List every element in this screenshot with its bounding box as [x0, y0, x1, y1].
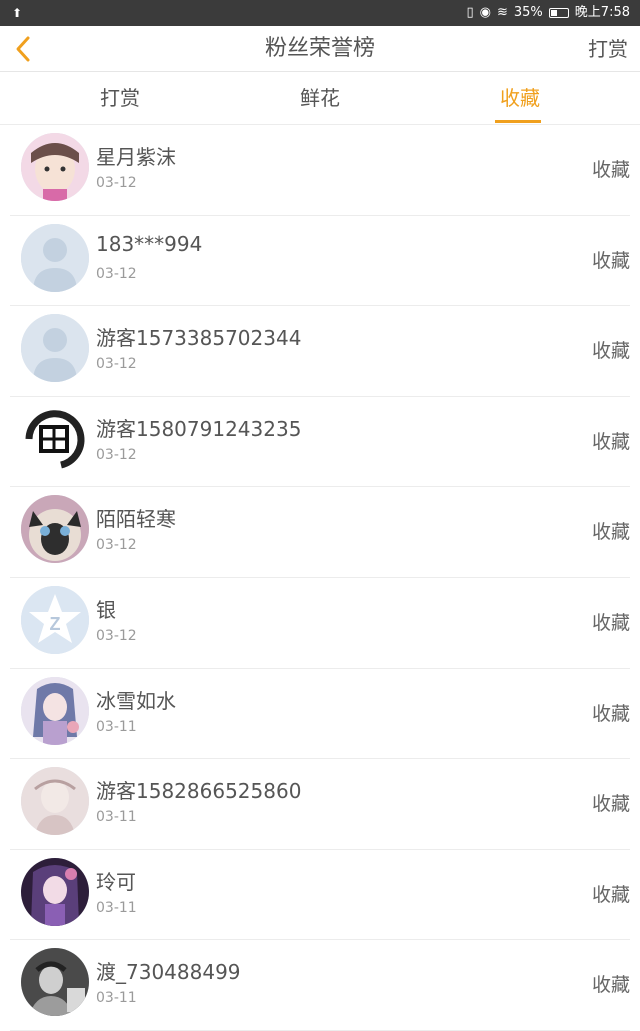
- list-item[interactable]: Z 银 03-12 收藏: [10, 578, 630, 669]
- user-name: 游客1573385702344: [96, 326, 302, 351]
- qq-star-icon: Z: [21, 585, 89, 654]
- list-item[interactable]: 玲可 03-11 收藏: [10, 850, 630, 941]
- usb-icon: ⬆: [12, 6, 23, 20]
- tab-favorites-label: 收藏: [500, 86, 540, 110]
- item-date: 03-12: [96, 627, 137, 644]
- item-date: 03-12: [96, 175, 137, 191]
- user-name: 游客1580791243235: [96, 416, 302, 441]
- list-item[interactable]: 游客1580791243235 03-12 收藏: [10, 397, 630, 488]
- item-date: 03-11: [96, 809, 137, 826]
- status-bar: ⬆ ▯ ◉ ≋ 35% 晚上7:58: [0, 0, 640, 26]
- svg-text:Z: Z: [50, 614, 61, 634]
- list-item[interactable]: 游客1582866525860 03-11 收藏: [10, 759, 630, 850]
- user-name: 游客1582866525860: [96, 779, 302, 804]
- list-item[interactable]: 星月紫沫 03-12 收藏: [10, 125, 630, 216]
- user-name: 玲可: [96, 869, 136, 894]
- tab-bar: 打赏 鲜花 收藏: [0, 72, 640, 125]
- item-date: 03-11: [96, 899, 137, 916]
- item-date: 03-12: [96, 537, 137, 554]
- battery-icon: [548, 8, 569, 18]
- vibrate-icon: ▯: [466, 5, 474, 20]
- item-date: 03-11: [96, 718, 137, 735]
- avatar: [21, 223, 89, 292]
- cat-icon: [21, 495, 89, 564]
- item-action: 收藏: [591, 611, 630, 634]
- item-action: 收藏: [591, 340, 630, 363]
- item-action: 收藏: [591, 793, 630, 816]
- status-time: 晚上7:58: [574, 5, 630, 20]
- bw-photo-icon: [21, 948, 89, 1017]
- item-action: 收藏: [591, 521, 630, 544]
- user-name: 183***994: [96, 231, 203, 256]
- anime-purple-icon: [21, 857, 89, 926]
- avatar: Z: [21, 585, 89, 654]
- list-item[interactable]: 冰雪如水 03-11 收藏: [10, 669, 630, 760]
- user-name: 银: [96, 597, 116, 622]
- avatar: [21, 857, 89, 926]
- status-right: ▯ ◉ ≋ 35% 晚上7:58: [466, 0, 630, 26]
- avatar: [21, 676, 89, 745]
- wifi-icon: ≋: [496, 5, 508, 20]
- default-person-icon: [21, 223, 89, 292]
- item-action: 收藏: [591, 159, 630, 181]
- item-date: 03-12: [96, 356, 137, 373]
- fan-list: 星月紫沫 03-12 收藏 183***994 03-12 收藏 游客15733…: [0, 125, 640, 1031]
- avatar: [21, 404, 89, 473]
- avatar: [21, 314, 89, 383]
- list-item[interactable]: 陌陌轻寒 03-12 收藏: [10, 487, 630, 578]
- sketch-icon: [21, 767, 89, 836]
- avatar: [21, 767, 89, 836]
- photo-child-icon: [21, 133, 89, 201]
- item-action: 收藏: [591, 883, 630, 906]
- tab-favorites[interactable]: 收藏: [460, 72, 580, 125]
- page-title: 粉丝荣誉榜: [264, 36, 375, 61]
- avatar: [21, 133, 89, 201]
- item-action: 收藏: [591, 702, 630, 725]
- user-name: 渡_730488499: [96, 960, 241, 985]
- anime-girl-icon: [21, 676, 89, 745]
- tip-button[interactable]: 打赏: [588, 26, 628, 72]
- item-date: 03-11: [96, 990, 137, 1007]
- list-item[interactable]: 渡_730488499 03-11 收藏: [10, 940, 630, 1031]
- user-name: 陌陌轻寒: [96, 507, 176, 532]
- calligraphy-icon: [21, 404, 89, 473]
- battery-percent: 35%: [513, 5, 543, 20]
- item-date: 03-12: [96, 265, 137, 282]
- list-item[interactable]: 183***994 03-12 收藏: [10, 216, 630, 307]
- user-name: 冰雪如水: [96, 688, 176, 713]
- tab-flowers[interactable]: 鲜花: [260, 72, 380, 125]
- user-name: 星月紫沫: [96, 145, 176, 169]
- eye-icon: ◉: [479, 5, 491, 20]
- item-date: 03-12: [96, 446, 137, 463]
- avatar: [21, 495, 89, 564]
- header: 粉丝荣誉榜 打赏: [0, 26, 640, 72]
- item-action: 收藏: [591, 974, 630, 997]
- list-item[interactable]: 游客1573385702344 03-12 收藏: [10, 306, 630, 397]
- item-action: 收藏: [591, 430, 630, 453]
- tab-tip[interactable]: 打赏: [60, 72, 180, 125]
- item-action: 收藏: [591, 249, 630, 272]
- active-tab-indicator: [495, 120, 541, 123]
- default-person-icon: [21, 314, 89, 383]
- avatar: [21, 948, 89, 1017]
